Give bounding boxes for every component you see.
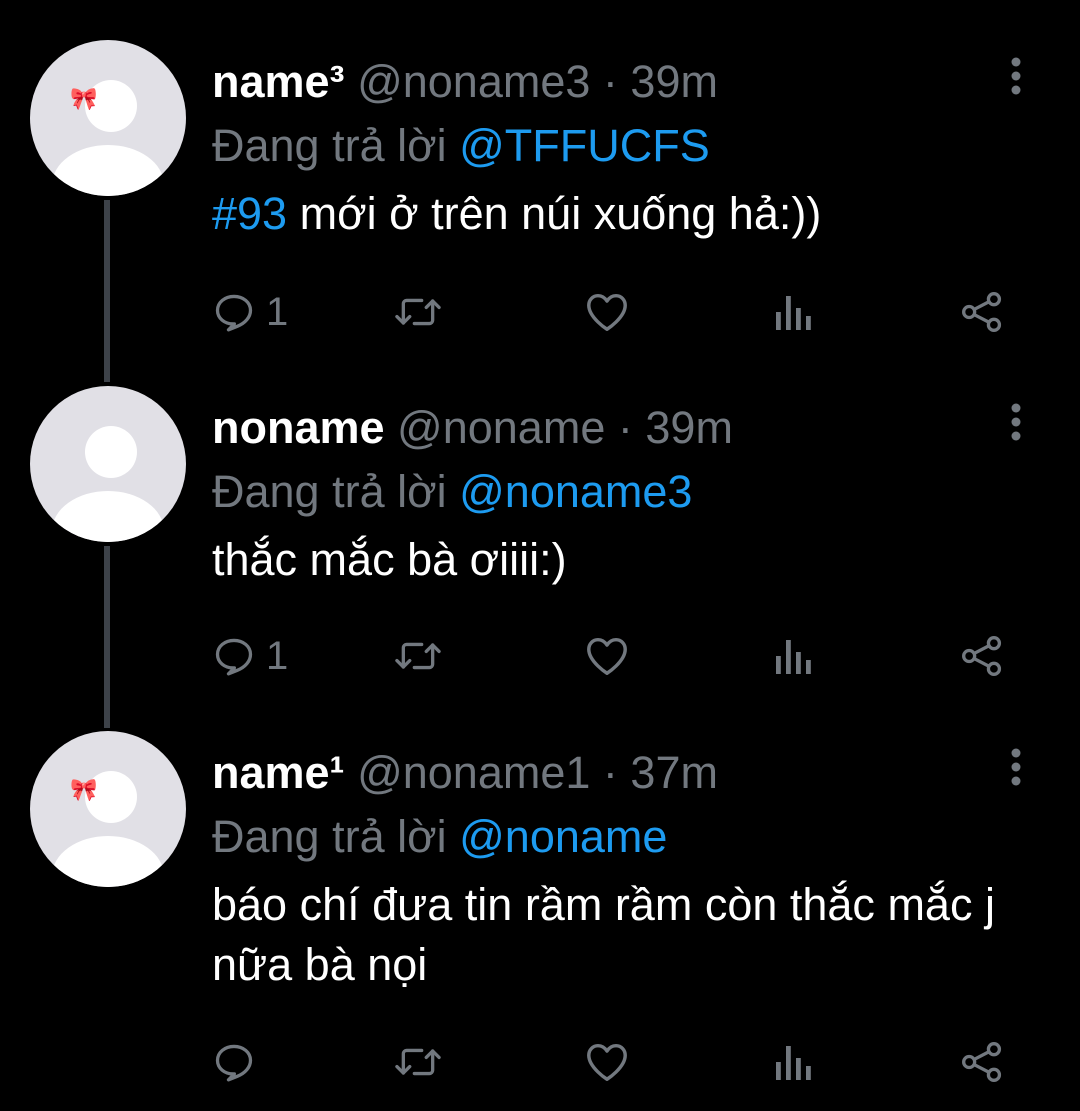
analytics-icon	[776, 640, 811, 674]
tweet-content: noname @noname · 39m Đang trả lời @nonam…	[212, 396, 1020, 590]
avatar[interactable]: 🎀	[30, 40, 186, 196]
user-handle[interactable]: @noname	[397, 402, 605, 453]
avatar[interactable]: 🎀	[30, 731, 186, 887]
reply-prefix: Đang trả lời	[212, 466, 447, 517]
more-button[interactable]	[1002, 400, 1030, 450]
share-button[interactable]	[960, 628, 1004, 684]
tweet-content: name¹ @noname1 · 37m Đang trả lời @nonam…	[212, 741, 1020, 995]
tweet-content: name³ @noname3 · 39m Đang trả lời @TFFUC…	[212, 50, 1020, 244]
more-button[interactable]	[1002, 745, 1030, 795]
more-icon	[1011, 57, 1021, 95]
reply-count: 1	[266, 289, 289, 334]
tweet-text: #93 mới ở trên núi xuống hả:))	[212, 184, 1020, 244]
views-button[interactable]	[774, 284, 814, 340]
share-button[interactable]	[960, 1034, 1004, 1090]
separator: ·	[602, 747, 618, 798]
timestamp[interactable]: 37m	[630, 747, 718, 798]
action-bar: 1	[212, 284, 1022, 340]
reply-button[interactable]: 1	[212, 628, 288, 684]
share-button[interactable]	[960, 284, 1004, 340]
share-icon	[962, 1042, 1002, 1082]
like-button[interactable]	[584, 1034, 630, 1090]
timestamp[interactable]: 39m	[645, 402, 733, 453]
more-icon	[1011, 748, 1021, 786]
reply-mention[interactable]: @TFFUCFS	[459, 120, 710, 171]
retweet-icon	[395, 642, 441, 670]
reply-mention[interactable]: @noname	[459, 811, 667, 862]
avatar[interactable]	[30, 386, 186, 542]
more-button[interactable]	[1002, 54, 1030, 104]
reply-button[interactable]: 1	[212, 284, 288, 340]
share-icon	[962, 292, 1002, 332]
reply-prefix: Đang trả lời	[212, 120, 447, 171]
reply-icon	[215, 294, 253, 332]
retweet-button[interactable]	[392, 284, 444, 340]
display-name[interactable]: noname	[212, 402, 385, 453]
tweet-text: báo chí đưa tin rầm rầm còn thắc mắc j n…	[212, 879, 995, 990]
bow-icon: 🎀	[70, 86, 98, 111]
reply-context: Đang trả lời @TFFUCFS	[212, 114, 1020, 178]
retweet-button[interactable]	[392, 628, 444, 684]
reply-prefix: Đang trả lời	[212, 811, 447, 862]
views-button[interactable]	[774, 1034, 814, 1090]
heart-icon	[587, 637, 627, 675]
analytics-icon	[776, 1046, 811, 1080]
user-handle[interactable]: @noname3	[357, 56, 590, 107]
avatar-body	[52, 145, 164, 196]
action-bar	[212, 1034, 1022, 1090]
timestamp[interactable]: 39m	[630, 56, 718, 107]
tweet-header: name¹ @noname1 · 37m	[212, 741, 1020, 805]
user-handle[interactable]: @noname1	[357, 747, 590, 798]
reply-button[interactable]	[212, 1034, 266, 1090]
avatar-head	[85, 426, 137, 478]
separator: ·	[617, 402, 633, 453]
reply-count: 1	[266, 633, 289, 678]
reply-mention[interactable]: @noname3	[459, 466, 692, 517]
tweet-header: noname @noname · 39m	[212, 396, 1020, 460]
action-bar: 1	[212, 628, 1022, 684]
tweet-body: mới ở trên núi xuống hả:))	[287, 188, 822, 239]
bow-icon: 🎀	[70, 777, 98, 802]
display-name[interactable]: name³	[212, 56, 345, 107]
tweet-text: thắc mắc bà ơiiii:)	[212, 534, 567, 585]
like-button[interactable]	[584, 628, 630, 684]
heart-icon	[587, 293, 627, 331]
avatar-body	[52, 836, 164, 887]
retweet-icon	[395, 298, 441, 326]
display-name[interactable]: name¹	[212, 747, 345, 798]
more-icon	[1011, 403, 1021, 441]
hashtag-link[interactable]: #93	[212, 188, 287, 239]
retweet-icon	[395, 1048, 441, 1076]
analytics-icon	[776, 296, 811, 330]
views-button[interactable]	[774, 628, 814, 684]
reply-context: Đang trả lời @noname3	[212, 460, 1020, 524]
separator: ·	[602, 56, 618, 107]
tweet-header: name³ @noname3 · 39m	[212, 50, 1020, 114]
reply-icon	[215, 638, 253, 676]
reply-context: Đang trả lời @noname	[212, 805, 1020, 869]
reply-icon	[215, 1044, 253, 1082]
avatar-body	[52, 491, 164, 542]
like-button[interactable]	[584, 284, 630, 340]
share-icon	[962, 636, 1002, 676]
retweet-button[interactable]	[392, 1034, 444, 1090]
heart-icon	[587, 1043, 627, 1081]
